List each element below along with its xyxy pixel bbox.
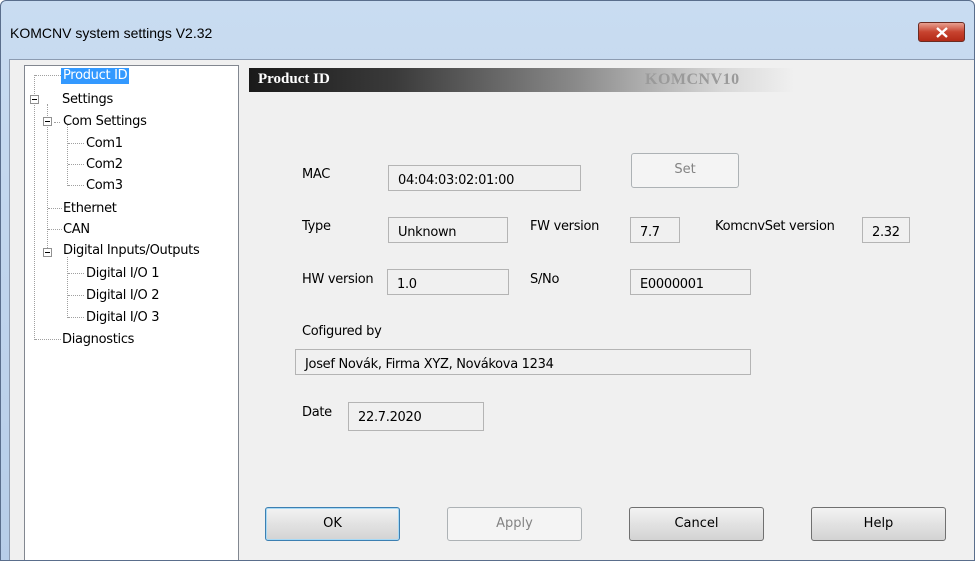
tree-item-ethernet[interactable]: Ethernet xyxy=(63,201,117,217)
device-model: KOMCNV10 xyxy=(645,71,740,88)
tree-connector xyxy=(48,208,62,209)
komcnvset-version-label: KomcnvSet version xyxy=(715,219,835,234)
page-title: Product ID xyxy=(258,71,330,87)
tree-connector xyxy=(34,75,35,340)
settings-collapse-icon[interactable] xyxy=(30,95,39,104)
mac-field[interactable]: 04:04:03:02:01:00 xyxy=(388,165,581,191)
type-field[interactable]: Unknown xyxy=(388,217,508,243)
close-button[interactable] xyxy=(918,22,965,42)
tree-connector xyxy=(68,143,84,144)
tree-item-com3[interactable]: Com3 xyxy=(86,178,123,194)
tree-item-com1[interactable]: Com1 xyxy=(86,136,123,152)
settings-tree[interactable]: Product ID Settings Com Settings Com1 Co… xyxy=(24,65,239,560)
tree-item-settings[interactable]: Settings xyxy=(62,92,113,108)
apply-button[interactable]: Apply xyxy=(447,507,582,541)
mac-label: MAC xyxy=(302,167,331,182)
tree-item-digital-io-1[interactable]: Digital I/O 1 xyxy=(86,266,160,282)
tree-connector xyxy=(68,185,84,186)
tree-connector xyxy=(35,75,61,76)
date-field[interactable]: 22.7.2020 xyxy=(348,402,484,431)
tree-connector xyxy=(68,295,84,296)
type-label: Type xyxy=(302,219,331,234)
tree-connector xyxy=(54,122,60,123)
configured-by-label: Cofigured by xyxy=(302,324,382,339)
date-label: Date xyxy=(302,405,332,420)
com-settings-collapse-icon[interactable] xyxy=(43,117,52,126)
fw-version-label: FW version xyxy=(530,219,600,234)
tree-item-diagnostics[interactable]: Diagnostics xyxy=(62,332,134,348)
tree-item-com2[interactable]: Com2 xyxy=(86,157,123,173)
tree-item-digital-io[interactable]: Digital Inputs/Outputs xyxy=(63,243,200,259)
title-bar[interactable]: KOMCNV system settings V2.32 xyxy=(1,1,974,42)
tree-connector xyxy=(48,229,62,230)
tree-item-digital-io-2[interactable]: Digital I/O 2 xyxy=(86,288,160,304)
komcnvset-version-field[interactable]: 2.32 xyxy=(862,217,910,243)
serial-number-field[interactable]: E0000001 xyxy=(630,269,751,295)
hw-version-field[interactable]: 1.0 xyxy=(387,269,509,295)
window-title: KOMCNV system settings V2.32 xyxy=(10,25,213,41)
tree-connector xyxy=(67,125,68,186)
help-button[interactable]: Help xyxy=(811,507,946,541)
ok-button[interactable]: OK xyxy=(265,507,400,541)
tree-connector xyxy=(68,164,84,165)
set-button[interactable]: Set xyxy=(631,153,739,188)
configured-by-field[interactable]: Josef Novák, Firma XYZ, Novákova 1234 xyxy=(295,349,751,375)
tree-item-com-settings[interactable]: Com Settings xyxy=(63,114,147,130)
close-icon xyxy=(936,27,948,38)
cancel-button[interactable]: Cancel xyxy=(629,507,764,541)
fw-version-field[interactable]: 7.7 xyxy=(630,217,680,243)
tree-item-digital-io-3[interactable]: Digital I/O 3 xyxy=(86,310,160,326)
tree-connector xyxy=(68,273,84,274)
tree-connector xyxy=(68,317,84,318)
page-header: Product ID KOMCNV10 xyxy=(249,68,974,92)
hw-version-label: HW version xyxy=(302,272,374,287)
tree-connector xyxy=(35,339,61,340)
settings-window: KOMCNV system settings V2.32 Product ID xyxy=(0,0,975,561)
dio-collapse-icon[interactable] xyxy=(43,248,52,257)
tree-item-product-id[interactable]: Product ID xyxy=(61,68,130,84)
tree-connector xyxy=(67,257,68,318)
serial-number-label: S/No xyxy=(530,272,560,287)
tree-item-can[interactable]: CAN xyxy=(63,222,90,238)
